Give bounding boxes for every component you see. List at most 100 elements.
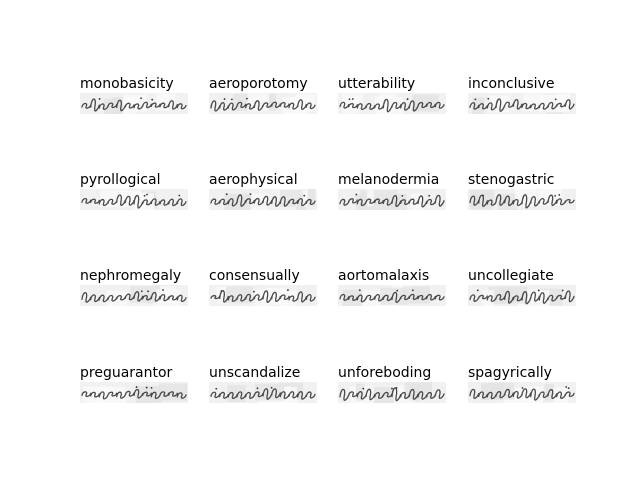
handwriting-dot xyxy=(391,387,393,390)
sample-label: uncollegiate xyxy=(468,268,554,284)
sample-cell: uncollegiate xyxy=(468,268,576,308)
handwriting-image xyxy=(80,285,188,306)
handwriting-dot xyxy=(215,387,218,390)
handwriting-dot xyxy=(162,289,164,291)
handwriting-dot xyxy=(225,193,228,196)
handwriting-dot xyxy=(482,194,484,197)
scan-noise xyxy=(279,190,303,208)
handwriting-dot xyxy=(230,98,233,101)
handwriting-dot xyxy=(98,98,101,100)
handwriting-image xyxy=(468,93,576,114)
handwriting-dot xyxy=(358,289,361,291)
handwriting-dot xyxy=(256,387,259,390)
sample-label: pyrollogical xyxy=(80,172,161,188)
sample-label: monobasicity xyxy=(80,76,174,92)
handwriting-dot xyxy=(487,97,490,100)
handwriting-scan xyxy=(338,382,446,403)
handwriting-dot xyxy=(348,98,351,101)
handwriting-image xyxy=(80,93,188,114)
handwriting-dot xyxy=(537,289,540,292)
handwriting-dot xyxy=(401,194,404,197)
handwriting-image xyxy=(338,382,446,403)
handwriting-dot xyxy=(253,290,255,293)
handwriting-image xyxy=(209,285,317,306)
handwriting-scan xyxy=(209,382,317,403)
handwriting-dot xyxy=(567,387,570,390)
handwriting-image xyxy=(209,382,317,403)
handwriting-image xyxy=(468,285,576,306)
handwriting-scan xyxy=(80,382,188,403)
sample-cell: aeroporotomy xyxy=(209,76,317,116)
handwriting-scan xyxy=(209,189,317,210)
sample-cell: preguarantor xyxy=(80,365,188,405)
sample-cell: unscandalize xyxy=(209,365,317,405)
handwriting-scan xyxy=(468,189,576,210)
handwriting-dot xyxy=(147,290,149,293)
sample-label: consensually xyxy=(209,268,300,284)
sample-label: melanodermia xyxy=(338,172,440,188)
handwriting-dot xyxy=(220,290,223,292)
handwriting-scan xyxy=(80,285,188,306)
handwriting-dot xyxy=(411,289,414,292)
handwriting-dot xyxy=(355,193,358,196)
handwriting-scan xyxy=(338,285,446,306)
sample-cell: monobasicity xyxy=(80,76,188,116)
handwriting-image xyxy=(338,93,446,114)
handwriting-dot xyxy=(521,387,524,389)
handwriting-scan xyxy=(468,382,576,403)
handwriting-image xyxy=(468,189,576,210)
sample-label: unforeboding xyxy=(338,365,432,381)
handwriting-image xyxy=(338,189,446,210)
handwriting-dot xyxy=(561,289,564,292)
handwriting-dot xyxy=(145,386,148,389)
handwriting-dot xyxy=(135,386,138,388)
scan-noise xyxy=(499,286,528,304)
handwriting-dot xyxy=(362,387,365,390)
handwriting-dot xyxy=(474,98,477,101)
handwriting-dot xyxy=(558,194,561,196)
handwriting-dot xyxy=(428,194,431,197)
handwriting-scan xyxy=(338,93,446,114)
sample-cell: unforeboding xyxy=(338,365,446,405)
handwriting-image xyxy=(80,189,188,210)
handwriting-dot xyxy=(150,386,153,389)
handwriting-image xyxy=(468,382,576,403)
sample-cell: stenogastric xyxy=(468,172,576,212)
handwriting-sample-grid: monobasicity aeroporotomy utterability inco… xyxy=(0,0,640,480)
handwriting-dot xyxy=(223,98,226,100)
handwriting-dot xyxy=(146,193,148,196)
handwriting-scan xyxy=(338,189,446,210)
handwriting-image xyxy=(80,382,188,403)
handwriting-dot xyxy=(565,386,568,388)
scan-noise xyxy=(135,386,162,403)
scan-noise xyxy=(555,93,570,111)
sample-cell: spagyrically xyxy=(468,365,576,405)
sample-cell: aortomalaxis xyxy=(338,268,446,308)
handwriting-dot xyxy=(351,98,354,100)
handwriting-dot xyxy=(140,290,143,293)
handwriting-dot xyxy=(143,194,146,197)
sample-cell: nephromegaly xyxy=(80,268,188,308)
handwriting-dot xyxy=(178,194,181,197)
scan-noise xyxy=(403,286,430,304)
handwriting-dot xyxy=(287,289,289,292)
sample-label: spagyrically xyxy=(468,365,552,381)
scan-noise xyxy=(123,94,147,112)
sample-label: aerophysical xyxy=(209,172,298,188)
handwriting-scan xyxy=(468,93,576,114)
sample-label: preguarantor xyxy=(80,365,173,381)
handwriting-dot xyxy=(270,386,273,389)
handwriting-dot xyxy=(303,194,306,197)
sample-cell: consensually xyxy=(209,268,317,308)
handwriting-dot xyxy=(406,98,409,100)
scan-noise xyxy=(538,189,562,207)
handwriting-scan xyxy=(468,285,576,306)
sample-cell: melanodermia xyxy=(338,172,446,212)
handwriting-dot xyxy=(151,98,154,101)
sample-cell: pyrollogical xyxy=(80,172,188,212)
sample-cell: utterability xyxy=(338,76,446,116)
sample-label: unscandalize xyxy=(209,365,301,381)
sample-label: aortomalaxis xyxy=(338,268,430,284)
handwriting-image xyxy=(338,285,446,306)
handwriting-scan xyxy=(209,285,317,306)
